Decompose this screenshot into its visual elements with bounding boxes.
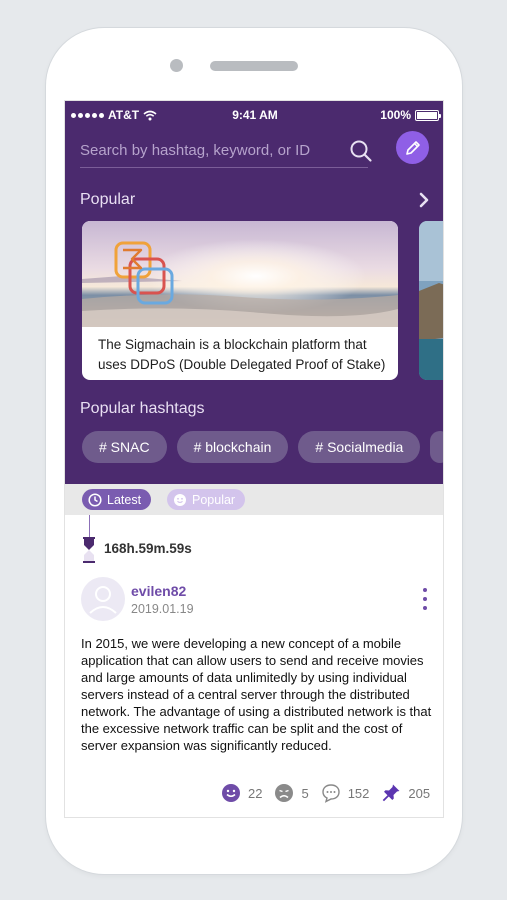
card-caption: The Sigmachain is a blockchain platform … bbox=[98, 337, 386, 380]
sigmachain-logo bbox=[114, 241, 174, 305]
post-timer: 168h.59m.59s bbox=[104, 541, 192, 556]
dislike-icon[interactable] bbox=[274, 783, 294, 803]
avatar[interactable] bbox=[81, 577, 125, 621]
more-options-icon[interactable] bbox=[417, 587, 433, 611]
popular-title: Popular bbox=[80, 191, 136, 208]
pencil-icon bbox=[405, 140, 420, 155]
compose-button[interactable] bbox=[396, 131, 429, 164]
search-input[interactable] bbox=[80, 138, 330, 162]
hashtag-chip[interactable]: # blockchain bbox=[176, 431, 289, 463]
hashtag-list: # SNAC # blockchain # Socialmedia bbox=[82, 431, 443, 463]
battery-label: 100% bbox=[380, 108, 411, 122]
popular-card[interactable]: The Sigmachain is a blockchain platform … bbox=[82, 221, 398, 380]
pin-count: 205 bbox=[408, 785, 431, 801]
like-icon[interactable] bbox=[221, 783, 241, 803]
popular-card-next[interactable] bbox=[419, 221, 444, 380]
filter-popular-label: Popular bbox=[192, 492, 236, 507]
battery-icon bbox=[415, 109, 441, 121]
filter-latest-label: Latest bbox=[107, 492, 142, 507]
hourglass-icon bbox=[83, 537, 95, 563]
timeline-line bbox=[89, 515, 90, 537]
hashtags-title: Popular hashtags bbox=[80, 400, 205, 417]
user-icon bbox=[89, 586, 117, 614]
dislike-count: 5 bbox=[301, 785, 309, 801]
post-body: In 2015, we were developing a new concep… bbox=[81, 636, 432, 753]
filter-popular-button[interactable]: Popular bbox=[167, 489, 246, 510]
filter-latest-button[interactable]: Latest bbox=[82, 489, 152, 510]
header-panel: AT&T 9:41 AM 100% Search by hashtag, key… bbox=[65, 101, 444, 484]
filter-bar: Latest Popular bbox=[65, 484, 443, 515]
search-icon[interactable] bbox=[348, 138, 374, 164]
comment-icon[interactable] bbox=[321, 783, 341, 803]
like-count: 22 bbox=[248, 785, 263, 801]
hashtag-chip[interactable]: # Socialmedia bbox=[298, 431, 421, 463]
pin-icon[interactable] bbox=[381, 783, 401, 803]
reaction-bar: 22 5 152 205 bbox=[221, 783, 430, 803]
app-screen: AT&T 9:41 AM 100% Search by hashtag, key… bbox=[64, 100, 444, 818]
search-bar bbox=[80, 134, 372, 168]
hashtag-chip[interactable]: # SNAC bbox=[82, 431, 167, 463]
clock-icon bbox=[88, 492, 102, 507]
front-camera bbox=[170, 59, 183, 72]
earpiece-speaker bbox=[210, 61, 298, 71]
chevron-right-icon[interactable] bbox=[417, 191, 431, 209]
smile-icon bbox=[174, 493, 186, 506]
post-username[interactable]: evilen82 bbox=[131, 583, 186, 599]
hashtag-chip-partial[interactable] bbox=[430, 431, 443, 463]
status-right: 100% bbox=[380, 108, 441, 122]
comment-count: 152 bbox=[347, 785, 370, 801]
post-date: 2019.01.19 bbox=[131, 602, 194, 616]
status-bar: AT&T 9:41 AM 100% bbox=[65, 101, 443, 129]
